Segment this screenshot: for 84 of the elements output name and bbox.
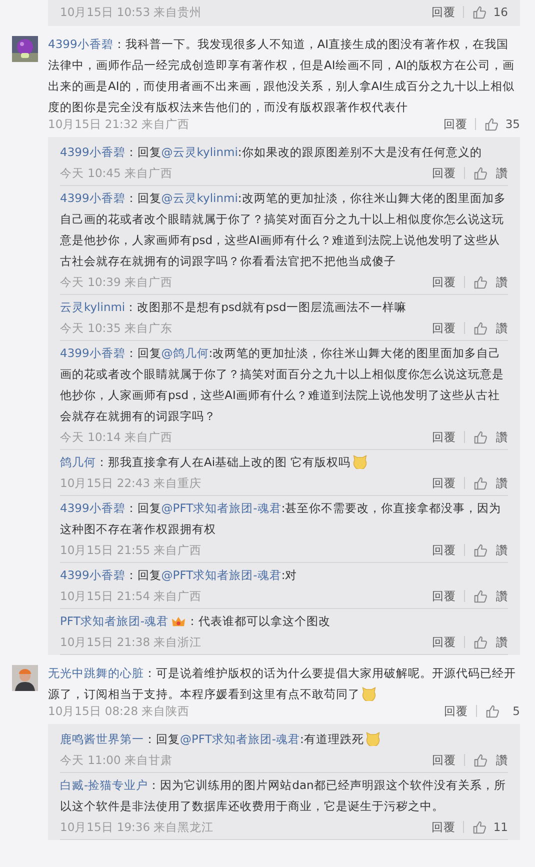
thumbs-up-icon[interactable] xyxy=(473,476,488,490)
reply-link[interactable]: 回覆 xyxy=(431,819,456,835)
thumbs-up-icon[interactable] xyxy=(485,704,500,718)
like-count: 讚 xyxy=(495,475,508,491)
comment-text: 鸽几何：那我直接拿有人在Ai基础上改的图 它有版权吗 xyxy=(60,452,508,473)
timestamp: 10月15日 21:54 来自广西 xyxy=(60,588,202,604)
timestamp: 10月15日 21:32 来自广西 xyxy=(48,116,190,132)
mention-link[interactable]: @PFT求知者旅团-魂君 xyxy=(161,568,282,582)
reply-link[interactable]: 回覆 xyxy=(432,475,456,491)
reply-link[interactable]: 回覆 xyxy=(432,542,456,558)
timestamp: 今天 10:39 来自广西 xyxy=(60,274,172,290)
thumbs-up-icon[interactable] xyxy=(484,116,500,132)
timestamp: 今天 11:00 来自甘肃 xyxy=(60,752,172,768)
username-link[interactable]: 4399小香碧 xyxy=(60,145,126,159)
username-link[interactable]: 4399小香碧 xyxy=(60,346,126,360)
thumbs-up-icon[interactable] xyxy=(472,4,488,20)
timestamp: 10月15日 21:38 来自浙江 xyxy=(60,634,202,650)
mention-link[interactable]: @云灵kylinmi xyxy=(161,191,238,205)
username-link[interactable]: 鹿鸣酱世界第一 xyxy=(60,732,144,746)
thumbs-up-icon[interactable] xyxy=(472,820,488,834)
username-link[interactable]: 鸽几何 xyxy=(60,455,96,469)
thumbs-up-icon[interactable] xyxy=(473,634,488,650)
like-count: 讚 xyxy=(495,429,508,445)
like-count: 讚 xyxy=(495,588,508,604)
like-count: 16 xyxy=(493,4,508,21)
reply-link[interactable]: 回覆 xyxy=(444,703,468,719)
like-count: 讚 xyxy=(495,165,508,181)
avatar[interactable] xyxy=(12,665,38,691)
username-link[interactable]: 无光中跳舞的心脏 xyxy=(48,666,144,680)
mention-link[interactable]: @PFT求知者旅团-魂君 xyxy=(180,732,300,746)
reply-link[interactable]: 回覆 xyxy=(432,320,456,336)
reply-link[interactable]: 回覆 xyxy=(432,752,456,768)
reply-link[interactable]: 回覆 xyxy=(431,2,456,22)
thumbs-up-icon[interactable] xyxy=(473,542,488,558)
comment-text: PFT求知者旅团-魂君 ：代表谁都可以拿这个图改 xyxy=(60,613,332,630)
mention-link[interactable]: @PFT求知者旅团-魂君 xyxy=(161,501,282,515)
like-count: 5 xyxy=(512,703,520,719)
like-count: 讚 xyxy=(495,542,508,558)
username-link[interactable]: 4399小香碧 xyxy=(60,501,126,515)
like-count: 讚 xyxy=(495,320,508,336)
timestamp: 今天 10:14 来自广西 xyxy=(60,429,172,445)
like-count: 35 xyxy=(505,116,520,132)
username-link[interactable]: 白臧-捡猫专业户 xyxy=(60,778,148,792)
comment-text: 4399小香碧：回复@云灵kylinmi:你如果改的跟原图差别不大是没有任何意义的 xyxy=(60,144,483,161)
like-count: 11 xyxy=(493,819,508,835)
mention-link[interactable]: @云灵kylinmi xyxy=(161,145,238,159)
comment-text: 4399小香碧：我科普一下。我发现很多人不知道，AI直接生成的图没有著作权，在我国法律中，画师作品一经完成创造即享有著作权，但是AI绘画不同，AI的版权方在公司，画出来的画是AI的，而使用者画不出来画，跟他没关系，别人拿AI生成百分之九十以上相似度的图你是完全没有版权法来告他们的，而没有版权跟著作权代表什 xyxy=(48,36,516,116)
username-link[interactable]: 云灵kylinmi xyxy=(60,300,126,314)
reply-link[interactable]: 回覆 xyxy=(432,429,456,445)
timestamp: 10月15日 22:43 来自重庆 xyxy=(60,475,202,491)
like-count: 讚 xyxy=(495,634,508,650)
mention-link[interactable]: @鸽几何 xyxy=(161,346,209,360)
reply-link[interactable]: 回覆 xyxy=(432,165,456,181)
timestamp: 今天 10:35 来自广东 xyxy=(60,320,172,336)
reply-link[interactable]: 回覆 xyxy=(432,588,456,604)
comment-text: 鹿鸣酱世界第一：回复@PFT求知者旅团-魂君:有道理跌死 xyxy=(60,729,508,750)
username-link[interactable]: 4399小香碧 xyxy=(48,37,114,51)
thumbs-up-icon[interactable] xyxy=(473,430,488,444)
thumbs-up-icon[interactable] xyxy=(473,166,488,180)
timestamp: 10月15日 21:55 来自广西 xyxy=(60,542,202,558)
avatar[interactable] xyxy=(12,36,38,62)
thumbs-up-icon[interactable] xyxy=(473,752,488,768)
like-count: 讚 xyxy=(495,274,508,290)
comment-text: 4399小香碧：回复@PFT求知者旅团-魂君:对 xyxy=(60,567,298,584)
comment-text: 无光中跳舞的心脏：可是说着维护版权的话为什么要提倡大家用破解呢。开源代码已经开源了，订阅相当于支持。本程序媛看到这里有点不敢苟同了 xyxy=(48,665,517,703)
comment-text: 4399小香碧：回复@PFT求知者旅团-魂君:甚至你不需要改，你直接拿都没事，因为这种图不存在著作权跟拥有权 xyxy=(60,500,502,538)
username-link[interactable]: 4399小香碧 xyxy=(60,191,126,205)
reply-link[interactable]: 回覆 xyxy=(432,274,456,290)
username-link[interactable]: PFT求知者旅团-魂君 xyxy=(60,614,169,628)
timestamp: 今天 10:45 来自广西 xyxy=(60,165,172,181)
comment-text: 4399小香碧：回复@鸽几何:改两笔的更加扯淡，你往米山舞大佬的图里面加多自己画的花或者改个眼睛就属于你了？搞笑对面百分之九十以上相似度你怎么说这玩意是他抄你，人家画师有psd，这些AI画师有什么？难道到法院上说他发明了这些从古社会就存在就拥有的词跟字吗？ xyxy=(60,345,505,425)
username-link[interactable]: 4399小香碧 xyxy=(60,568,126,582)
comment-text: 白臧-捡猫专业户：因为它训练用的图片网站dan都已经声明跟这个软件没有关系，所以这个软件是非法使用了数据库还收费用于商业，它是诞生于污秽之中。 xyxy=(60,777,507,815)
reply-link[interactable]: 回覆 xyxy=(443,116,468,132)
thumbs-up-icon[interactable] xyxy=(473,588,488,604)
like-count: 讚 xyxy=(495,752,508,768)
comment-text: 4399小香碧：回复@云灵kylinmi:改两笔的更加扯淡，你往米山舞大佬的图里面加多自己画的花或者改个眼睛就属于你了？搞笑对面百分之九十以上相似度你怎么说这玩意是他抄你，人家画师有psd，这些AI画师有什么？难道到法院上说他发明了这些从古社会就存在就拥有的词跟字吗？你看看法官把不把他当成傻子 xyxy=(60,190,507,270)
comment-text: 云灵kylinmi：改图那不是想有psd就有psd一图层流画法不一样嘛 xyxy=(60,299,408,316)
timestamp: 10月15日 08:28 来自陕西 xyxy=(48,703,190,719)
thumbs-up-icon[interactable] xyxy=(473,274,488,290)
thumbs-up-icon[interactable] xyxy=(473,320,488,336)
timestamp: 10月15日 19:36 来自黑龙江 xyxy=(60,819,214,835)
reply-link[interactable]: 回覆 xyxy=(432,634,456,650)
timestamp: 10月15日 10:53 来自贵州 xyxy=(60,4,202,21)
